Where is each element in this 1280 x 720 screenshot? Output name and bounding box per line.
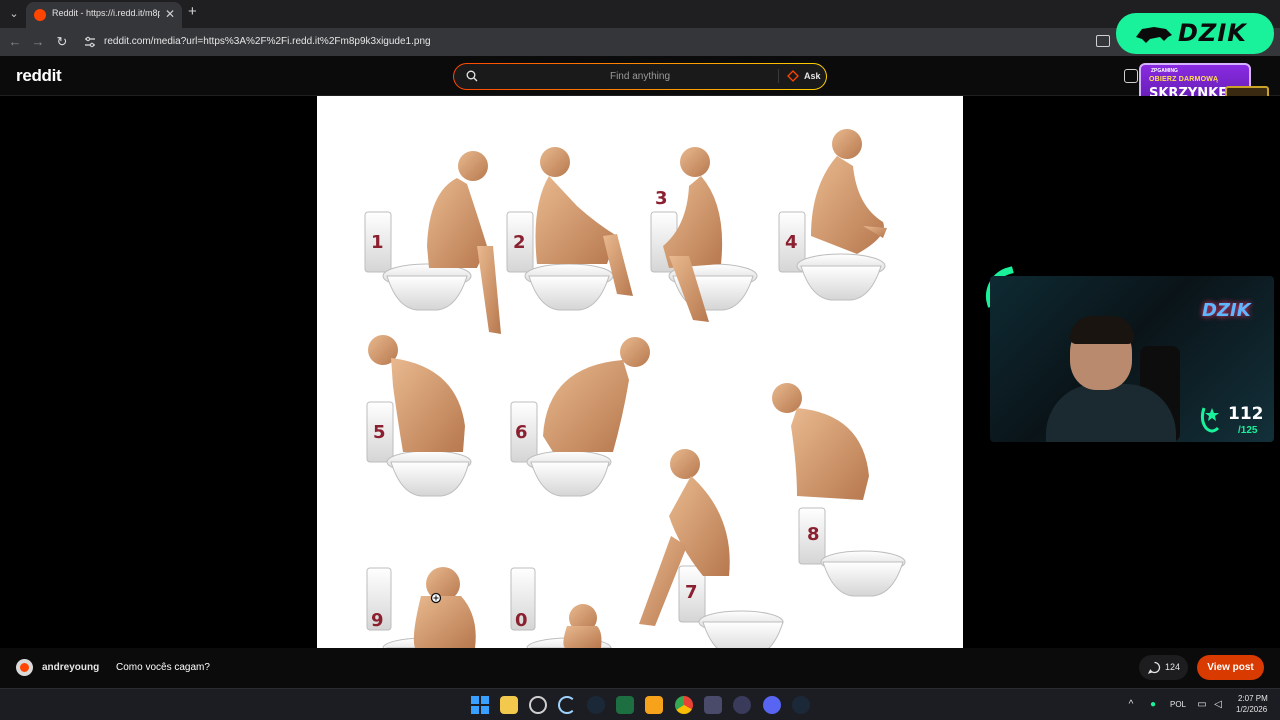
dzik-brand-text: DZIK [1178, 19, 1247, 47]
viewer-count: 112 [1228, 404, 1264, 424]
address-bar: ← → ↻ reddit.com/media?url=https%3A%2F%2… [0, 28, 1280, 56]
windows-taskbar: ^ ● POL ▭ ◁ 2:07 PM 1/2/2026 [0, 688, 1280, 720]
post-info-bar: andreyoung Como vocês cagam? 124 View po… [0, 648, 1280, 688]
promo-line-1: OBIERZ DARMOWĄ [1149, 76, 1219, 83]
reddit-header: reddit Find anything Ask [0, 56, 1280, 96]
viewer-goal: /125 [1238, 425, 1258, 436]
file-explorer-icon[interactable] [500, 696, 518, 714]
volume-icon[interactable]: ◁ [1212, 699, 1224, 711]
browser-tab[interactable]: Reddit - https://i.redd.it/m8p9k ✕ [26, 2, 182, 28]
figure-number: 0 [515, 610, 528, 631]
zoom-cursor-icon [430, 592, 442, 604]
neon-sign: DZIK [1202, 300, 1251, 321]
clock-date[interactable]: 1/2/2026 [1236, 705, 1267, 714]
view-post-button[interactable]: View post [1197, 655, 1264, 680]
app-icon[interactable] [645, 696, 663, 714]
figure-number: 4 [785, 232, 798, 253]
site-settings-icon[interactable] [84, 36, 96, 48]
microphone-icon[interactable]: ● [1147, 699, 1159, 711]
ask-icon [787, 70, 799, 82]
figure-number: 6 [515, 422, 528, 443]
forward-arrow-icon[interactable]: → [29, 33, 47, 51]
figure-number: 7 [685, 582, 698, 603]
ccleaner-icon[interactable] [558, 696, 576, 714]
steam-icon[interactable] [587, 696, 605, 714]
figure-number: 5 [373, 422, 386, 443]
tab-search-dropdown[interactable]: ⌄ [5, 5, 23, 23]
chrome-icon[interactable] [675, 696, 693, 714]
dzik-logo-badge: DZIK [1116, 13, 1274, 54]
app-icon-3[interactable] [733, 696, 751, 714]
obs-icon[interactable] [529, 696, 547, 714]
figure-number: 8 [807, 524, 820, 545]
chevron-up-icon[interactable]: ^ [1125, 699, 1137, 711]
new-tab-button[interactable]: + [188, 3, 197, 20]
tab-title: Reddit - https://i.redd.it/m8p9k [52, 8, 160, 18]
url-field[interactable]: reddit.com/media?url=https%3A%2F%2Fi.red… [78, 31, 1118, 53]
app-icon-2[interactable] [704, 696, 722, 714]
post-author[interactable]: andreyoung [42, 662, 99, 673]
avatar[interactable] [16, 659, 33, 676]
ask-button[interactable]: Ask [804, 71, 821, 81]
search-divider [778, 69, 779, 83]
excel-icon[interactable] [616, 696, 634, 714]
post-image[interactable]: 1 2 3 4 5 6 7 8 9 0 [317, 96, 963, 678]
steam-icon-2[interactable] [792, 696, 810, 714]
url-text: reddit.com/media?url=https%3A%2F%2Fi.red… [104, 36, 431, 47]
discord-icon[interactable] [763, 696, 781, 714]
search-bar[interactable]: Find anything Ask [453, 63, 827, 90]
figure-number: 9 [371, 610, 384, 631]
streamer-hair [1070, 316, 1134, 344]
toilet-positions-illustration [364, 129, 906, 673]
comment-icon [1148, 661, 1161, 674]
clock-time[interactable]: 2:07 PM [1238, 694, 1268, 703]
post-title[interactable]: Como vocês cagam? [116, 662, 210, 673]
boar-icon [1136, 27, 1172, 43]
language-indicator[interactable]: POL [1170, 700, 1186, 709]
tab-close-icon[interactable]: ✕ [165, 7, 175, 21]
search-input[interactable]: Find anything [454, 71, 826, 82]
viewers-icon [1200, 407, 1220, 433]
comments-count: 124 [1165, 662, 1181, 672]
install-app-icon[interactable] [1096, 35, 1110, 47]
reddit-logo[interactable]: reddit [16, 66, 62, 86]
promo-brand: ZPGAMING [1151, 68, 1178, 74]
scan-icon[interactable] [1124, 69, 1138, 83]
figure-number: 2 [513, 232, 526, 253]
browser-tab-bar: ⌄ Reddit - https://i.redd.it/m8p9k ✕ + [0, 0, 1280, 28]
back-arrow-icon[interactable]: ← [6, 33, 24, 51]
comments-button[interactable]: 124 [1139, 655, 1188, 680]
windows-start-icon[interactable] [471, 696, 489, 714]
network-icon[interactable]: ▭ [1196, 699, 1208, 711]
reddit-favicon-icon [34, 9, 46, 21]
figure-number: 3 [655, 188, 668, 209]
reload-icon[interactable]: ↻ [53, 33, 71, 51]
figure-number: 1 [371, 232, 384, 253]
